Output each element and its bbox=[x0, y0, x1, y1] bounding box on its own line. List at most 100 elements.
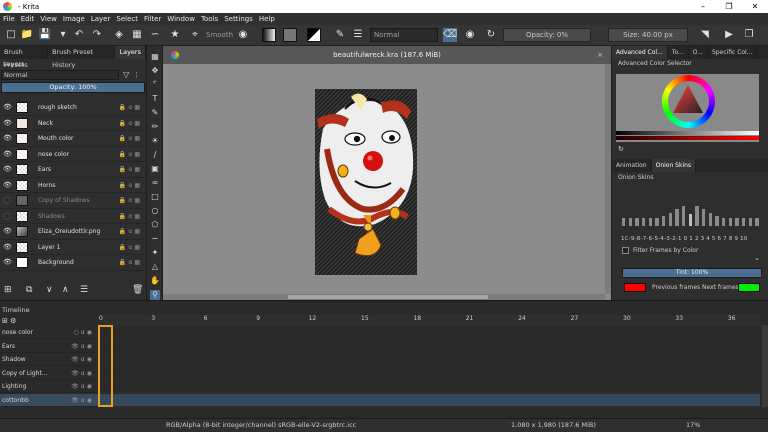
onion-opacity-bars[interactable] bbox=[622, 200, 762, 226]
onion-opacity-bar[interactable] bbox=[755, 217, 759, 226]
canvas-area[interactable]: beautifulwreck.kra (187.6 MiB) × bbox=[163, 46, 611, 300]
layer-lock-icons[interactable]: 🔒α▦ bbox=[119, 197, 142, 204]
polygon-select-icon[interactable]: ⬠ bbox=[150, 220, 160, 230]
layer-row[interactable]: 👁 nose color 🔒α▦ bbox=[0, 147, 146, 162]
saturation-strip[interactable] bbox=[616, 136, 759, 140]
eye-icon[interactable]: 👁 bbox=[3, 104, 12, 111]
layer-lock-icons[interactable]: 🔒α▦ bbox=[119, 151, 142, 158]
onion-opacity-bar[interactable] bbox=[748, 217, 753, 226]
timeline-layer-row[interactable]: Shadow 👁α◉ bbox=[0, 353, 98, 366]
assistant-tool-icon[interactable]: △ bbox=[150, 262, 160, 272]
layer-row[interactable]: 👁 Ears 🔒α▦ bbox=[0, 162, 146, 178]
onion-opacity-bar[interactable] bbox=[682, 205, 686, 226]
eye-icon[interactable]: 👁 bbox=[3, 181, 12, 189]
freehand-path-icon[interactable]: ∽ bbox=[148, 28, 162, 42]
blend-mode-select[interactable]: Normal bbox=[370, 28, 438, 42]
tab-overview[interactable]: O... bbox=[689, 46, 708, 59]
layer-lock-icons[interactable]: 🔒α▦ bbox=[119, 244, 142, 251]
foreground-background-colors[interactable] bbox=[307, 28, 321, 42]
menu-select[interactable]: Select bbox=[113, 15, 141, 23]
onion-opacity-bar[interactable] bbox=[668, 212, 673, 226]
onion-opacity-bar[interactable] bbox=[642, 217, 646, 226]
onion-opacity-bar[interactable] bbox=[728, 217, 733, 226]
filter-frames-checkbox[interactable] bbox=[622, 247, 629, 254]
menu-help[interactable]: Help bbox=[256, 15, 278, 23]
gradient-swatch[interactable] bbox=[262, 28, 276, 42]
onion-opacity-bar[interactable] bbox=[735, 217, 739, 226]
minimize-icon[interactable]: – bbox=[690, 0, 716, 13]
multibrush-icon[interactable]: ★ bbox=[168, 28, 182, 42]
hue-ring[interactable] bbox=[662, 75, 715, 128]
timeline-track[interactable] bbox=[98, 353, 760, 366]
color-selector-panel[interactable] bbox=[616, 74, 759, 142]
layer-opacity-slider[interactable]: Opacity: 100% bbox=[1, 82, 145, 93]
brush-tool-icon[interactable]: ✎ bbox=[150, 108, 160, 118]
wrap-mode-icon[interactable]: ❐ bbox=[742, 28, 756, 42]
timeline-ruler[interactable]: 0 3 6 9 12 15 18 21 24 27 30 33 36 bbox=[98, 315, 760, 325]
onion-opacity-bar[interactable] bbox=[722, 217, 726, 226]
layer-lock-icons[interactable]: 🔒α▦ bbox=[119, 182, 142, 189]
layer-lock-icons[interactable]: 🔒α▦ bbox=[119, 213, 142, 220]
layer-row[interactable]: 👁 Horns 🔒α▦ bbox=[0, 178, 146, 193]
size-slider[interactable]: Size: 40.00 px bbox=[608, 28, 688, 42]
brush-editor-icon[interactable]: ☰ bbox=[351, 28, 365, 42]
menu-view[interactable]: View bbox=[37, 15, 60, 23]
layer-row[interactable]: ◯ Copy of Shadows 🔒α▦ bbox=[0, 193, 146, 209]
fill-tool-icon[interactable]: ☀ bbox=[150, 136, 160, 146]
eye-closed-icon[interactable]: ◯ bbox=[3, 197, 11, 204]
layer-lock-icons[interactable]: 🔒α▦ bbox=[119, 104, 142, 111]
layer-row[interactable]: ◯ Shadows 🔒α▦ bbox=[0, 209, 146, 224]
onion-opacity-bar[interactable] bbox=[695, 205, 699, 226]
layer-row[interactable]: 👁 rough sketch 🔒α▦ bbox=[0, 100, 146, 116]
scrollbar-thumb[interactable] bbox=[288, 295, 488, 299]
tab-specific-color[interactable]: Specific Col... bbox=[708, 46, 758, 59]
eye-icon[interactable]: 👁 bbox=[3, 135, 12, 142]
timeline-layer-row[interactable]: Lighting 👁α◉ bbox=[0, 380, 98, 393]
fill-patterns-icon[interactable]: ▦ bbox=[130, 28, 144, 42]
timeline-layer-controls[interactable]: 👁α◉ bbox=[71, 394, 94, 407]
previous-frames-color[interactable] bbox=[624, 283, 646, 292]
layer-lock-icons[interactable]: 🔒α▦ bbox=[119, 228, 142, 235]
timeline-layer-row[interactable]: nose color ○α◉ bbox=[0, 326, 98, 339]
onion-opacity-bar[interactable] bbox=[662, 216, 666, 226]
duplicate-layer-icon[interactable]: ⧉ bbox=[26, 285, 32, 295]
onion-opacity-bar[interactable] bbox=[715, 216, 719, 226]
layer-row[interactable]: 👁 Background 🔒α▦ bbox=[0, 255, 146, 271]
next-frames-color[interactable] bbox=[738, 283, 760, 292]
delete-layer-icon[interactable]: 🗑 bbox=[132, 285, 143, 295]
mirror-vertical-icon[interactable]: ▶ bbox=[722, 28, 736, 42]
add-layer-icon[interactable]: ⊞ bbox=[4, 285, 12, 295]
timeline-track[interactable] bbox=[98, 340, 760, 353]
tab-animation[interactable]: Animation bbox=[612, 159, 652, 172]
menu-layer[interactable]: Layer bbox=[88, 15, 114, 23]
artwork-canvas[interactable] bbox=[315, 89, 417, 275]
preserve-alpha-icon[interactable]: ◉ bbox=[463, 28, 477, 42]
onion-opacity-bar[interactable] bbox=[622, 217, 626, 226]
zoom-tool-icon[interactable]: ⚲ bbox=[150, 290, 160, 300]
undo-icon[interactable]: ↶ bbox=[72, 28, 86, 42]
tab-brush-presets[interactable]: Brush Presets bbox=[0, 46, 49, 69]
timeline-playhead[interactable] bbox=[98, 325, 113, 407]
layer-row[interactable]: 👁 Eliza_Oreiudottir.png 🔒α▦ bbox=[0, 224, 146, 240]
save-document-icon[interactable]: 💾 bbox=[38, 28, 52, 42]
layer-lock-icons[interactable]: 🔒α▦ bbox=[119, 120, 142, 127]
layer-lock-icons[interactable]: 🔒α▦ bbox=[119, 166, 142, 173]
close-icon[interactable]: ✕ bbox=[742, 0, 768, 13]
freehand-select-icon[interactable]: ∽ bbox=[150, 234, 160, 244]
eye-icon[interactable]: 👁 bbox=[3, 119, 12, 127]
layer-blend-mode-select[interactable]: Normal bbox=[1, 69, 119, 80]
color-triangle[interactable] bbox=[671, 83, 705, 117]
eye-icon[interactable]: 👁 bbox=[3, 166, 12, 173]
transform-tool-icon[interactable]: ▦ bbox=[150, 52, 160, 62]
menu-window[interactable]: Window bbox=[164, 15, 198, 23]
layer-row[interactable]: 👁 Layer 1 🔒α▦ bbox=[0, 240, 146, 255]
onion-opacity-bar[interactable] bbox=[648, 217, 653, 226]
opacity-slider[interactable]: Opacity: 0% bbox=[503, 28, 591, 42]
close-document-icon[interactable]: × bbox=[597, 46, 603, 64]
fill-gradients-icon[interactable]: ◈ bbox=[112, 28, 126, 42]
reload-preset-icon[interactable]: ↻ bbox=[484, 28, 498, 42]
eraser-mode-icon[interactable]: ⌫ bbox=[443, 28, 457, 42]
menu-settings[interactable]: Settings bbox=[221, 15, 256, 23]
timeline-layer-controls[interactable]: 👁α◉ bbox=[71, 367, 94, 380]
layer-lock-icons[interactable]: 🔒α▦ bbox=[119, 259, 142, 266]
